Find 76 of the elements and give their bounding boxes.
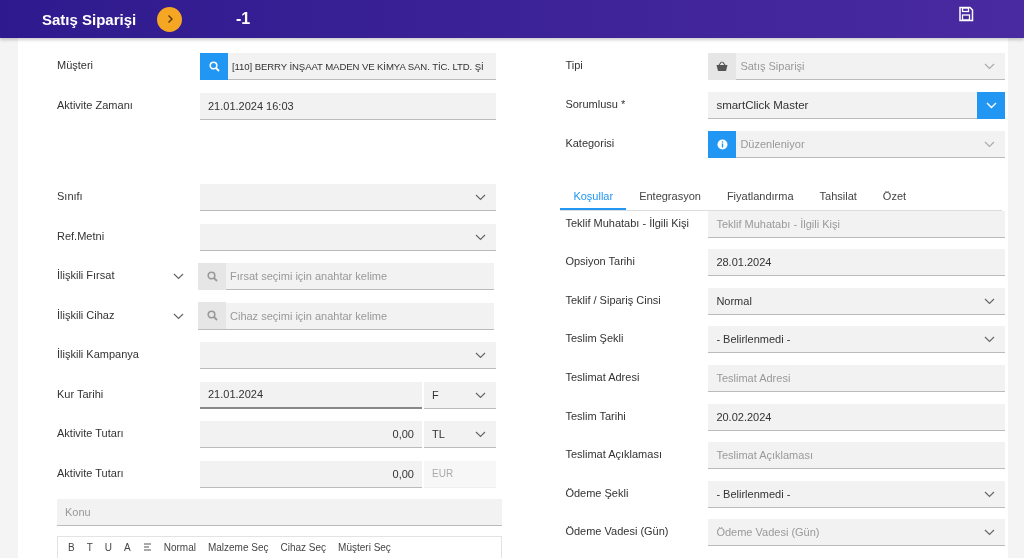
dropdown-field[interactable]: Normal	[708, 287, 1006, 315]
field-label: Opsiyon Tarihi	[565, 254, 636, 268]
toolbar-button[interactable]: Cihaz Seç	[280, 542, 327, 554]
field-label: Aktivite Tutarı	[57, 465, 125, 479]
currency-dropdown[interactable]: TL	[424, 421, 496, 449]
dropdown-button[interactable]	[977, 91, 1006, 119]
input-field[interactable]: 21.01.2024	[200, 381, 422, 409]
field-label: Aktivite Tutarı	[57, 426, 125, 440]
field-label: Sınıfı	[57, 189, 84, 203]
search-icon[interactable]	[198, 262, 226, 290]
currency-dropdown[interactable]: F	[424, 381, 496, 409]
toolbar-button[interactable]: A	[124, 542, 131, 554]
tab[interactable]: Özet	[869, 184, 920, 211]
chevron-icon	[475, 194, 486, 202]
dropdown-field[interactable]	[200, 342, 496, 370]
input-field[interactable]: 21.01.2024 16:03	[200, 92, 496, 120]
chevron-icon	[984, 490, 996, 498]
currency-dropdown: EUR	[424, 460, 496, 488]
field-label: Kategorisi	[565, 136, 616, 150]
input-field[interactable]: 20.02.2024	[708, 403, 1006, 431]
save-icon[interactable]	[958, 6, 974, 22]
format-icon[interactable]	[142, 543, 152, 553]
tab[interactable]: Entegrasyon	[626, 184, 714, 211]
input-field[interactable]: 28.01.2024	[708, 249, 1006, 277]
chevron-icon	[475, 391, 486, 399]
search-icon[interactable]	[198, 302, 226, 330]
toolbar-button[interactable]: Normal	[163, 542, 196, 554]
chevron-icon[interactable]	[173, 273, 184, 281]
field-label: Teslimat Adresi	[565, 370, 641, 383]
chevron-icon	[984, 297, 996, 305]
field-label: Teklif Muhatabı - İlgili Kişi	[565, 215, 690, 229]
chevron-icon	[475, 431, 486, 439]
field-label: İlişkili Cihaz	[57, 307, 116, 321]
field-label: Teslimat Açıklaması	[565, 447, 663, 461]
field-label: Müşteri	[57, 58, 95, 71]
toolbar-button[interactable]: B	[68, 542, 75, 554]
field-label: Ödeme Vadesi (Gün)	[565, 524, 670, 538]
chevron-icon	[984, 529, 996, 537]
field-label: Ref.Metni	[57, 228, 106, 242]
dropdown-field[interactable]: smartClick Master	[708, 92, 1006, 120]
toolbar-button[interactable]: U	[104, 542, 112, 554]
info-icon	[708, 130, 737, 158]
field-label: Teslim Tarihi	[565, 408, 627, 422]
chevron-icon	[984, 141, 996, 149]
field-label: Teslim Şekli	[565, 331, 625, 345]
toolbar-button[interactable]: Müşteri Seç	[338, 542, 391, 554]
field-label: Tipi	[565, 58, 584, 71]
basket-icon	[708, 52, 737, 80]
toolbar-button[interactable]: T	[86, 542, 93, 554]
chevron-icon	[475, 352, 486, 360]
dropdown-field[interactable]	[200, 184, 496, 212]
dropdown-field[interactable]: - Belirlenmedi -	[708, 326, 1006, 354]
field-label: Ödeme Şekli	[565, 485, 630, 499]
search-icon[interactable]	[200, 52, 228, 80]
field-label: Kur Tarihi	[57, 386, 105, 400]
page-title: Satış Siparişi	[42, 10, 138, 28]
field-label: İlişkili Kampanya	[57, 347, 140, 361]
field-label: Teklif / Sipariş Cinsi	[565, 292, 662, 306]
chevron-icon	[985, 101, 997, 109]
field-label: Aktivite Zamanı	[57, 97, 134, 111]
dropdown-field[interactable]: - Belirlenmedi -	[708, 480, 1006, 508]
chevron-icon	[475, 233, 486, 241]
field-label: Sorumlusu *	[565, 97, 627, 111]
field-label: İlişkili Fırsat	[57, 268, 116, 282]
tab[interactable]: Fiyatlandırma	[713, 184, 807, 211]
toolbar-button[interactable]: Malzeme Seç	[207, 542, 269, 554]
next-button[interactable]	[157, 6, 182, 32]
customer-field[interactable]: [110] BERRY İNŞAAT MADEN VE KİMYA SAN. TİC. LTD. Şİ	[200, 53, 496, 80]
dropdown-field[interactable]	[200, 223, 496, 251]
record-number: -1	[236, 10, 251, 28]
chevron-icon	[984, 63, 996, 70]
chevron-icon[interactable]	[173, 312, 184, 320]
chevron-icon	[984, 336, 996, 344]
input-field[interactable]: 0,00	[200, 421, 422, 449]
tab[interactable]: Tahsilat	[806, 184, 870, 211]
input-field[interactable]: 0,00	[200, 460, 422, 488]
